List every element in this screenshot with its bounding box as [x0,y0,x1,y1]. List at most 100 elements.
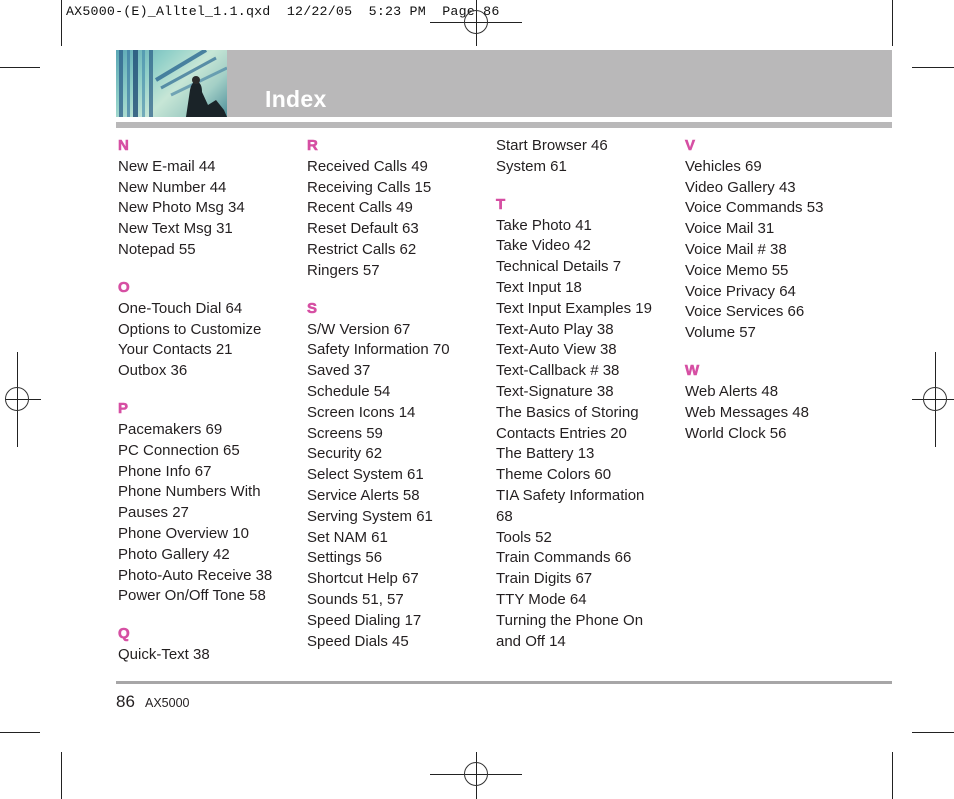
index-entry: Train Digits 67 [496,570,593,588]
index-entry: Options to Customize [118,320,262,338]
page-number: 86 [116,692,135,711]
crop-mark-top-left-h [0,67,40,68]
index-entry: Notepad 55 [118,240,196,258]
index-column-3: Start Browser 46 System 61 T Take Photo … [496,136,676,652]
index-entry: Service Alerts 58 [307,486,420,504]
index-entry: Contacts Entries 20 [496,424,627,442]
footer-divider [116,681,892,684]
index-entry: Your Contacts 21 [118,341,233,359]
index-entry: Voice Mail # 38 [685,240,787,258]
index-entry: Pacemakers 69 [118,420,223,438]
index-entry: Select System 61 [307,466,424,484]
header-divider [116,122,892,128]
index-entry: Vehicles 69 [685,157,762,175]
index-entry: Settings 56 [307,549,383,567]
index-entry: One-Touch Dial 64 [118,299,243,317]
index-entry: System 61 [496,157,567,175]
index-entry: Photo-Auto Receive 38 [118,566,273,584]
section-letter: S [307,299,318,317]
index-entry: Voice Services 66 [685,303,805,321]
index-entry: Voice Privacy 64 [685,282,796,300]
crop-mark-top-right-v [892,0,893,46]
index-entry: TIA Safety Information [496,486,645,504]
index-entry: Sounds 51, 57 [307,590,404,608]
print-slug: AX5000-(E)_Alltel_1.1.qxd 12/22/05 5:23 … [66,4,500,19]
index-entry: New Number 44 [118,178,227,196]
index-entry: Speed Dials 45 [307,632,409,650]
index-entry: Video Gallery 43 [685,178,796,196]
index-entry: Saved 37 [307,362,371,380]
index-entry: Take Video 42 [496,237,591,255]
index-entry: Set NAM 61 [307,528,388,546]
index-column-4: V Vehicles 69 Video Gallery 43 Voice Com… [685,136,865,444]
crop-mark-bottom-left-h [0,732,40,733]
index-entry: Text-Auto View 38 [496,341,617,359]
index-entry: Speed Dialing 17 [307,611,422,629]
index-entry: PC Connection 65 [118,441,240,459]
index-entry: TTY Mode 64 [496,590,587,608]
index-entry: Schedule 54 [307,382,391,400]
index-entry: Screen Icons 14 [307,403,416,421]
index-entry: Technical Details 7 [496,258,622,276]
header-band [116,50,892,117]
index-section-p: P Pacemakers 69 PC Connection 65 Phone I… [118,399,298,607]
index-section-q: Q Quick-Text 38 [118,624,298,666]
crop-mark-bottom-right-h [912,732,954,733]
index-entry: Pauses 27 [118,504,189,522]
index-entry: Text Input Examples 19 [496,299,652,317]
index-entry: World Clock 56 [685,424,787,442]
header-photo [116,50,227,117]
index-entry: S/W Version 67 [307,320,411,338]
index-entry: Recent Calls 49 [307,199,413,217]
index-entry: Screens 59 [307,424,383,442]
section-letter: V [685,137,696,155]
index-entry: Security 62 [307,445,383,463]
index-entry: Phone Info 67 [118,462,212,480]
index-entry: Outbox 36 [118,362,188,380]
index-column-2: R Received Calls 49 Receiving Calls 15 R… [307,136,487,652]
index-entry: Received Calls 49 [307,157,428,175]
index-entry: Text-Auto Play 38 [496,320,614,338]
index-entry: Tools 52 [496,528,552,546]
index-entry: Shortcut Help 67 [307,570,419,588]
section-letter: O [118,278,130,297]
section-letter: N [118,137,129,155]
index-entry: Turning the Phone On [496,611,644,629]
index-entry: 68 [496,507,513,525]
model-name: AX5000 [145,696,190,710]
index-entry: Phone Numbers With [118,483,261,501]
crop-mark-bottom-left-v [61,752,62,799]
index-entry: Text Input 18 [496,278,582,296]
index-entry: Text-Callback # 38 [496,362,620,380]
section-letter: P [118,400,129,418]
index-entry: Ringers 57 [307,261,380,279]
index-entry: Take Photo 41 [496,216,592,234]
index-entry: Web Messages 48 [685,403,809,421]
section-letter: R [307,137,318,155]
index-section-s: S S/W Version 67 Safety Information 70 S… [307,299,487,653]
index-entry: Phone Overview 10 [118,524,249,542]
index-entry: Reset Default 63 [307,220,419,238]
index-entry: New Photo Msg 34 [118,199,245,217]
index-section-o: O One-Touch Dial 64 Options to Customize… [118,278,298,382]
index-entry: The Basics of Storing [496,403,639,421]
index-column-1: N New E-mail 44 New Number 44 New Photo … [118,136,298,666]
index-section-s-continued: Start Browser 46 System 61 [496,136,676,178]
index-entry: Quick-Text 38 [118,646,210,664]
index-entry: Volume 57 [685,324,756,342]
section-letter: Q [118,625,130,643]
crop-mark-top-right-h [912,67,954,68]
index-entry: New Text Msg 31 [118,220,233,238]
crop-mark-top-left-v [61,0,62,46]
index-entry: Start Browser 46 [496,137,608,154]
index-entry: Serving System 61 [307,507,433,525]
crop-mark-bottom-right-v [892,752,893,799]
index-entry: Theme Colors 60 [496,466,612,484]
index-entry: Photo Gallery 42 [118,545,230,563]
index-entry: Text-Signature 38 [496,382,614,400]
index-entry: Voice Commands 53 [685,199,824,217]
index-entry: The Battery 13 [496,445,595,463]
index-entry: and Off 14 [496,632,566,650]
index-section-t: T Take Photo 41 Take Video 42 Technical … [496,195,676,653]
photo-illustration [119,50,227,117]
